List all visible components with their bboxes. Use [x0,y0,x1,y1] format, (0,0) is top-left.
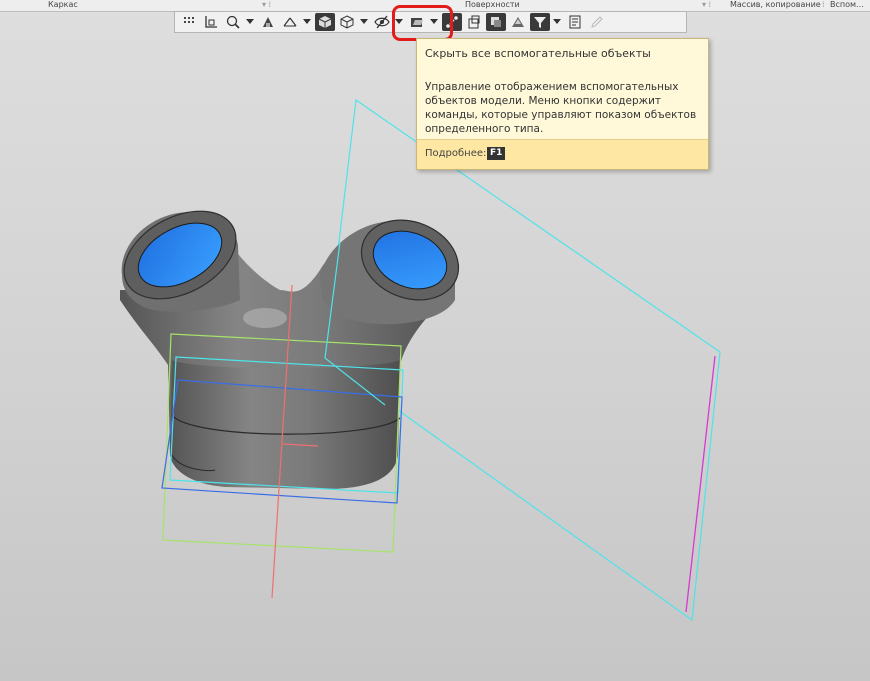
fix-icon[interactable] [464,13,484,31]
properties-icon[interactable] [565,13,585,31]
local-cs-icon[interactable] [201,13,221,31]
highlight-frame [392,5,453,41]
layers-icon[interactable] [486,13,506,31]
panel-dropdown-icon[interactable]: ▾ ⁞ [262,0,271,10]
axis-magenta [685,355,716,613]
panel-label-surfaces[interactable]: Поверхности [465,0,520,10]
hotkey-badge: F1 [487,147,506,160]
zoom-icon[interactable] [223,13,243,31]
filter-icon[interactable] [530,13,550,31]
tooltip-more-label: Подробнее: [425,148,487,159]
tooltip-title: Скрыть все вспомогательные объекты [425,47,651,60]
panel-label-aux[interactable]: Вспом... [830,0,864,10]
panel-label-array[interactable]: Массив, копирование [730,0,821,10]
perspective-icon[interactable] [280,13,300,31]
filter-dropdown-icon[interactable] [552,13,562,31]
display-dropdown-icon[interactable] [359,13,369,31]
shaded-icon[interactable] [315,13,335,31]
orient-icon[interactable] [258,13,278,31]
panel-label-frame[interactable]: Каркас [48,0,78,10]
hide-aux-objects-icon[interactable] [372,13,392,31]
panel-separator-icon: ⁞ [822,0,825,9]
grid-icon[interactable] [179,13,199,31]
zoom-dropdown-icon[interactable] [245,13,255,31]
wireframe-icon[interactable] [337,13,357,31]
pencil-icon [587,13,607,31]
panel-dropdown-icon-2[interactable]: ▾ ⁞ [702,0,711,10]
tooltip-footer: Подробнее: F1 [417,139,708,169]
styles-icon[interactable] [508,13,528,31]
view-dropdown-icon[interactable] [302,13,312,31]
tooltip-description: Управление отображением вспомогательных … [425,81,697,135]
tooltip: Скрыть все вспомогательные объекты Управ… [416,38,709,170]
